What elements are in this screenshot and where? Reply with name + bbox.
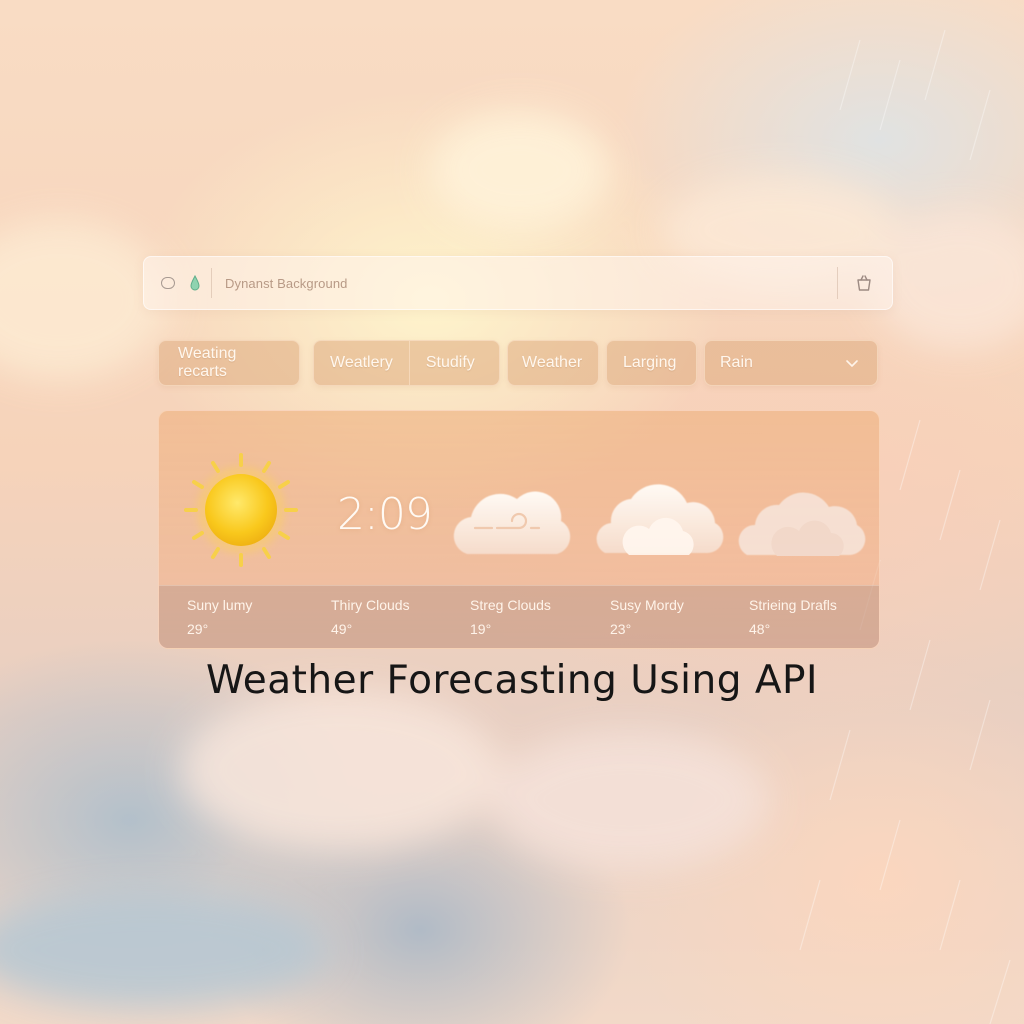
chat-bubble-icon[interactable] [161, 277, 175, 289]
pill-label: Larging [623, 354, 677, 371]
time-display: 2:09 [337, 489, 433, 540]
search-divider [211, 268, 212, 298]
filter-pill-larging[interactable]: Larging [606, 340, 697, 386]
pill-label[interactable]: Weatlery [314, 354, 409, 372]
chevron-down-icon [846, 360, 858, 367]
pill-label: Weather [522, 354, 583, 371]
forecast-card: 2:09 Suny lumy 29° Thiry Clouds 49° Stre… [158, 410, 880, 649]
pill-label[interactable]: Studify [410, 354, 491, 372]
filter-pill-group[interactable]: Weatlery Studify [313, 340, 500, 386]
cloud-wind-icon [453, 491, 571, 554]
drop-icon[interactable] [189, 275, 201, 291]
forecast-temp: 48° [749, 621, 771, 637]
forecast-label: Thiry Clouds [331, 597, 410, 613]
search-input[interactable]: Dynanst Background [225, 276, 347, 291]
sun-icon [184, 453, 298, 567]
cloud-icon [738, 492, 866, 556]
forecast-temp: 49° [331, 621, 353, 637]
search-divider-right [837, 267, 838, 299]
forecast-labels: Suny lumy 29° Thiry Clouds 49° Streg Clo… [159, 585, 879, 648]
filter-pill-weating-recarts[interactable]: Weating recarts [158, 340, 300, 386]
rain-dropdown[interactable]: Rain [704, 340, 878, 386]
pill-label: Weating recarts [178, 345, 237, 380]
forecast-temp: 23° [610, 621, 632, 637]
forecast-label: Streg Clouds [470, 597, 551, 613]
cloud-icon [596, 484, 724, 555]
forecast-icons [184, 453, 866, 567]
bag-icon[interactable] [854, 273, 874, 293]
forecast-temp: 19° [470, 621, 492, 637]
forecast-label: Suny lumy [187, 597, 253, 613]
search-bar[interactable]: Dynanst Background [143, 256, 893, 310]
forecast-label: Susy Mordy [610, 597, 684, 613]
page-title: Weather Forecasting Using API [205, 658, 819, 703]
forecast-label: Strieing Drafls [749, 597, 837, 613]
forecast-temp: 29° [187, 621, 209, 637]
dropdown-value: Rain [720, 354, 753, 371]
filter-pill-weather[interactable]: Weather [507, 340, 599, 386]
